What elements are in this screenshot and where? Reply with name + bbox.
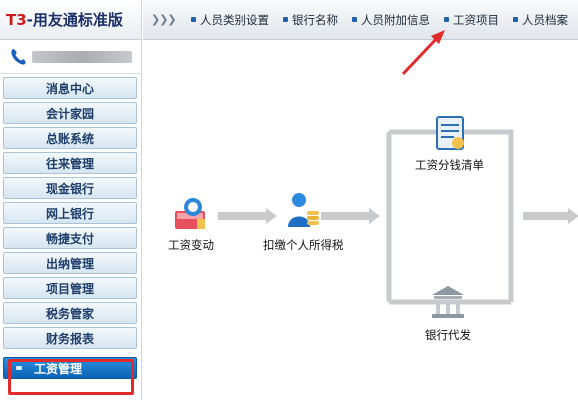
flow-node-bank-payment[interactable]: 银行代发 bbox=[425, 283, 471, 343]
bullet-icon bbox=[191, 17, 196, 22]
sidebar-item-payroll[interactable]: 工资管理 bbox=[3, 357, 137, 379]
tab-salary-items[interactable]: 工资项目 bbox=[444, 12, 499, 28]
salary-change-icon bbox=[175, 198, 205, 229]
flow-node-income-tax[interactable]: 扣缴个人所得税 bbox=[263, 191, 344, 253]
phone-bar bbox=[0, 40, 141, 74]
flow-node-salary-change[interactable]: 工资变动 bbox=[168, 193, 214, 253]
phone-icon bbox=[11, 48, 26, 65]
sidebar-item-quick-pay[interactable]: 畅捷支付 bbox=[3, 227, 137, 249]
sidebar-item-cash-bank[interactable]: 现金银行 bbox=[3, 177, 137, 199]
salary-list-icon bbox=[435, 116, 464, 150]
phone-number-redacted bbox=[32, 50, 132, 63]
sidebar-item-online-bank[interactable]: 网上银行 bbox=[3, 202, 137, 224]
sidebar-item-receivables[interactable]: 往来管理 bbox=[3, 152, 137, 174]
bullet-icon bbox=[513, 17, 518, 22]
sidebar: T3-用友通标准版 消息中心 会计家园 总账系统 往来管理 现金银行 网上银行 … bbox=[0, 0, 142, 400]
app-logo: T3-用友通标准版 bbox=[6, 11, 123, 29]
tab-personnel-files[interactable]: 人员档案 bbox=[513, 12, 568, 28]
logo-bar: T3-用友通标准版 bbox=[0, 0, 141, 40]
flow-arrow bbox=[523, 208, 578, 224]
tab-personnel-category[interactable]: 人员类别设置 bbox=[191, 12, 269, 28]
sidebar-item-projects[interactable]: 项目管理 bbox=[3, 277, 137, 299]
workflow-canvas: 工资变动 扣缴个人所得税 工资分钱清单 银行代发 bbox=[143, 41, 578, 400]
sidebar-item-reports[interactable]: 财务报表 bbox=[3, 327, 137, 349]
income-tax-icon bbox=[288, 193, 320, 227]
bullet-icon bbox=[283, 17, 288, 22]
flow-node-salary-list[interactable]: 工资分钱清单 bbox=[415, 113, 484, 173]
sidebar-nav: 消息中心 会计家园 总账系统 往来管理 现金银行 网上银行 畅捷支付 出纳管理 … bbox=[3, 77, 137, 382]
tab-bank-name[interactable]: 银行名称 bbox=[283, 12, 338, 28]
sidebar-item-accounting-home[interactable]: 会计家园 bbox=[3, 102, 137, 124]
top-menu-bar: ❯❯❯ 人员类别设置 银行名称 人员附加信息 工资项目 人员档案 bbox=[143, 0, 578, 40]
bank-payment-icon bbox=[432, 286, 464, 318]
sidebar-item-cashier[interactable]: 出纳管理 bbox=[3, 252, 137, 274]
sidebar-item-general-ledger[interactable]: 总账系统 bbox=[3, 127, 137, 149]
bullet-icon bbox=[352, 17, 357, 22]
sidebar-item-message-center[interactable]: 消息中心 bbox=[3, 77, 137, 99]
bullet-icon bbox=[16, 366, 22, 370]
bullet-icon bbox=[444, 17, 449, 22]
tab-personnel-extra-info[interactable]: 人员附加信息 bbox=[352, 12, 430, 28]
double-chevron-right-icon[interactable]: ❯❯❯ bbox=[151, 13, 177, 26]
sidebar-item-tax[interactable]: 税务管家 bbox=[3, 302, 137, 324]
